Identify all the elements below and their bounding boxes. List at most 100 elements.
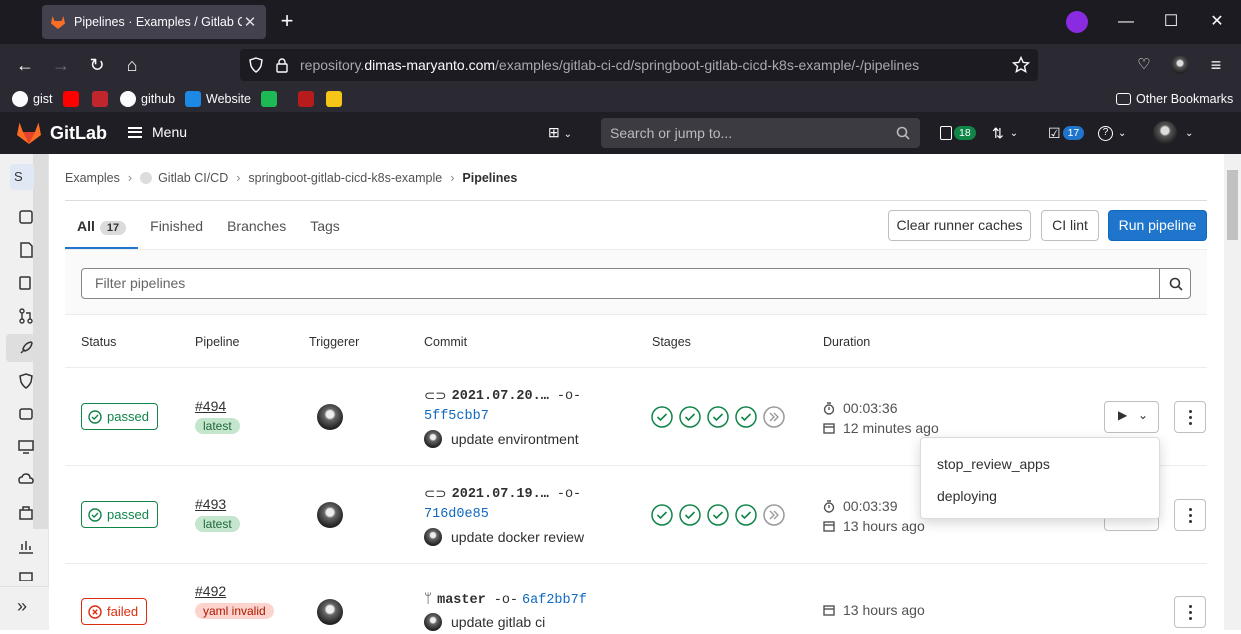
home-icon[interactable]: ⌂ <box>120 53 144 77</box>
project-avatar[interactable]: S <box>10 164 34 190</box>
scrollbar-thumb[interactable] <box>1227 170 1238 240</box>
security-shield-icon[interactable] <box>18 373 34 389</box>
merge-requests-icon[interactable] <box>18 308 34 324</box>
menu-button[interactable]: Menu <box>128 124 187 140</box>
breadcrumb-examples[interactable]: Examples <box>65 171 120 185</box>
maximize-window-icon[interactable]: ☐ <box>1159 10 1183 34</box>
breadcrumb-project[interactable]: springboot-gitlab-cicd-k8s-example <box>248 171 442 185</box>
pipeline-id-link[interactable]: #493 <box>195 496 226 512</box>
collapse-sidebar-icon[interactable]: » <box>17 596 27 617</box>
monitor-icon[interactable] <box>18 439 34 455</box>
stage-skipped-icon[interactable] <box>763 504 785 526</box>
gitlab-logo-icon[interactable] <box>16 121 42 145</box>
bookmark-github[interactable]: github <box>120 90 175 108</box>
url-bar[interactable]: repository.dimas-maryanto.com/examples/g… <box>240 49 1038 81</box>
more-actions-button[interactable] <box>1174 401 1206 433</box>
bookmark-star-icon[interactable] <box>1012 56 1030 74</box>
manual-actions-button[interactable]: ▶ ⌄ <box>1104 401 1159 433</box>
bookmark-red[interactable] <box>92 90 113 108</box>
breadcrumb-pipelines[interactable]: Pipelines <box>462 171 517 185</box>
stage-passed-icon[interactable] <box>735 406 757 428</box>
browser-tab[interactable]: Pipelines · Examples / Gitlab CI/ ✕ <box>42 5 266 39</box>
deployments-icon[interactable] <box>18 406 34 422</box>
commit-ref[interactable]: ᛘ master -o- 6af2bb7f <box>424 592 587 609</box>
new-dropdown-button[interactable]: ⊞ ⌄ <box>548 124 572 141</box>
dropdown-item-deploying[interactable]: deploying <box>937 488 997 504</box>
pipeline-stages <box>651 406 791 428</box>
stage-passed-icon[interactable] <box>735 504 757 526</box>
infrastructure-icon[interactable] <box>18 472 34 488</box>
merge-requests-button[interactable]: ⇅ ⌄ <box>992 123 1018 143</box>
todos-button[interactable]: ☑ 17 <box>1048 123 1085 143</box>
forward-arrow-icon[interactable]: → <box>49 53 73 77</box>
reload-icon[interactable]: ↻ <box>85 53 109 77</box>
user-menu-button[interactable]: ⌄ <box>1153 121 1193 145</box>
tab-all[interactable]: All 17 <box>65 209 139 249</box>
bookmark-youtube[interactable] <box>63 90 84 108</box>
status-badge[interactable]: passed <box>81 501 158 528</box>
tab-branches[interactable]: Branches <box>215 209 298 249</box>
commit-message[interactable]: update environtment <box>424 430 579 448</box>
packages-icon[interactable] <box>18 505 34 521</box>
profile-avatar-icon[interactable] <box>1168 53 1192 77</box>
new-tab-button[interactable]: + <box>276 10 298 32</box>
commit-ref[interactable]: ⊂⊃ 2021.07.19.… -o- <box>424 486 581 503</box>
stage-passed-icon[interactable] <box>679 504 701 526</box>
gitlab-brand[interactable]: GitLab <box>50 123 107 144</box>
close-window-icon[interactable]: ✕ <box>1205 10 1229 34</box>
status-badge[interactable]: failed <box>81 598 148 625</box>
tab-tags[interactable]: Tags <box>298 209 352 249</box>
bookmark-pikachu[interactable] <box>326 90 347 108</box>
status-badge[interactable]: passed <box>81 403 158 430</box>
commit-sha-link[interactable]: 6af2bb7f <box>522 593 587 608</box>
ci-lint-button[interactable]: CI lint <box>1041 210 1099 241</box>
rocket-cicd-icon[interactable] <box>18 340 34 356</box>
bookmark-website[interactable]: Website <box>185 90 251 108</box>
wiki-icon[interactable] <box>18 571 34 581</box>
commit-ref[interactable]: ⊂⊃ 2021.07.20.… -o- <box>424 388 581 405</box>
commit-sha-link[interactable]: 716d0e85 <box>424 507 489 522</box>
minimize-window-icon[interactable]: — <box>1114 10 1138 34</box>
dropdown-item-stop-review-apps[interactable]: stop_review_apps <box>937 456 1050 472</box>
analytics-icon[interactable] <box>18 538 34 554</box>
issues-button[interactable]: 18 <box>940 123 976 143</box>
triggerer-avatar[interactable] <box>317 502 343 528</box>
stage-skipped-icon[interactable] <box>763 406 785 428</box>
back-arrow-icon[interactable]: ← <box>13 53 37 77</box>
pipeline-id-link[interactable]: #492 <box>195 583 226 599</box>
close-tab-icon[interactable]: ✕ <box>242 13 258 31</box>
repository-icon[interactable] <box>18 242 34 258</box>
help-button[interactable]: ? ⌄ <box>1098 123 1126 143</box>
triggerer-avatar[interactable] <box>317 404 343 430</box>
page-scrollbar[interactable] <box>1224 154 1241 630</box>
tab-finished[interactable]: Finished <box>138 209 215 249</box>
bookmark-gist[interactable]: gist <box>12 90 52 108</box>
breadcrumb-gitlab-cicd[interactable]: Gitlab CI/CD <box>158 171 228 185</box>
merge-request-icon: ⇅ <box>992 124 1004 141</box>
bookmark-green[interactable] <box>261 90 282 108</box>
filter-pipelines-input[interactable]: Filter pipelines <box>81 268 1160 299</box>
pocket-icon[interactable]: ♡ <box>1132 53 1156 77</box>
stage-passed-icon[interactable] <box>651 406 673 428</box>
more-actions-button[interactable] <box>1174 596 1206 628</box>
more-actions-button[interactable] <box>1174 499 1206 531</box>
commit-message[interactable]: update docker review <box>424 528 584 546</box>
stage-passed-icon[interactable] <box>707 406 729 428</box>
project-info-icon[interactable] <box>18 209 34 225</box>
stage-passed-icon[interactable] <box>707 504 729 526</box>
other-bookmarks[interactable]: Other Bookmarks <box>1116 90 1233 108</box>
run-pipeline-button[interactable]: Run pipeline <box>1108 210 1207 241</box>
triggerer-avatar[interactable] <box>317 599 343 625</box>
stage-passed-icon[interactable] <box>679 406 701 428</box>
commit-message[interactable]: update gitlab ci <box>424 613 545 631</box>
bookmark-sp[interactable] <box>298 90 319 108</box>
search-input[interactable]: Search or jump to... <box>601 118 920 148</box>
issues-icon[interactable] <box>18 275 34 291</box>
hamburger-menu-icon[interactable]: ≡ <box>1204 53 1228 77</box>
commit-sha-link[interactable]: 5ff5cbb7 <box>424 409 489 424</box>
filter-search-button[interactable] <box>1159 268 1191 299</box>
pipeline-id-link[interactable]: #494 <box>195 398 226 414</box>
clear-runner-caches-button[interactable]: Clear runner caches <box>888 210 1031 241</box>
stage-passed-icon[interactable] <box>651 504 673 526</box>
sidebar-scrollbar[interactable] <box>33 154 48 529</box>
